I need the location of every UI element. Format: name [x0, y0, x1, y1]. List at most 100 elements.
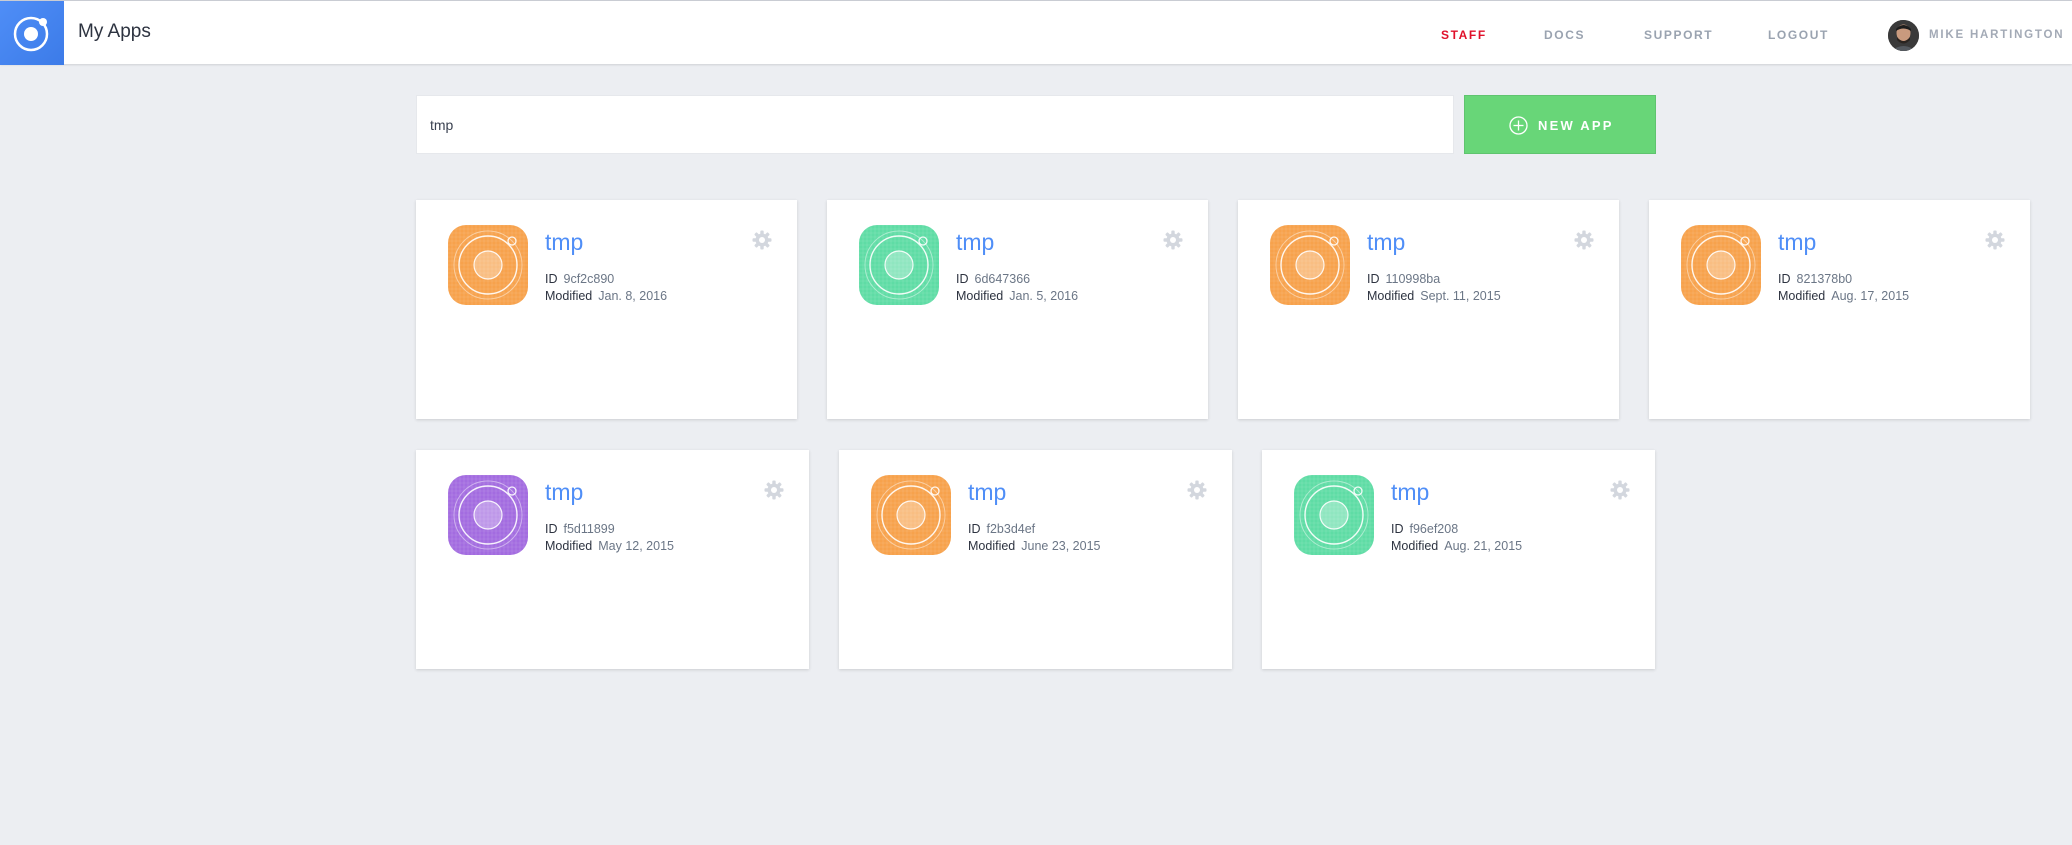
modified-label: Modified: [545, 289, 593, 303]
modified-label: Modified: [545, 539, 593, 553]
gear-icon: [764, 480, 784, 500]
app-name[interactable]: tmp: [1367, 229, 1405, 256]
app-settings-button[interactable]: [752, 230, 772, 250]
app-icon[interactable]: [859, 225, 939, 305]
app-id-row: ID 6d647366: [956, 272, 1030, 286]
app-id-row: ID 9cf2c890: [545, 272, 614, 286]
top-header: My Apps STAFF DOCS SUPPORT LOGOUT MIKE H…: [0, 0, 2072, 65]
id-label: ID: [956, 272, 969, 286]
app-id-row: ID f96ef208: [1391, 522, 1458, 536]
app-modified-row: Modified May 12, 2015: [545, 539, 674, 553]
app-settings-button[interactable]: [1187, 480, 1207, 500]
modified-label: Modified: [956, 289, 1004, 303]
app-card[interactable]: tmp ID f5d11899 Modified May 12, 2015: [416, 450, 809, 669]
new-app-button[interactable]: NEW APP: [1464, 95, 1656, 154]
modified-label: Modified: [1778, 289, 1826, 303]
app-name[interactable]: tmp: [956, 229, 994, 256]
app-modified-date: May 12, 2015: [598, 539, 674, 553]
app-icon[interactable]: [448, 225, 528, 305]
ionic-logo[interactable]: [0, 1, 64, 65]
app-id-row: ID 821378b0: [1778, 272, 1852, 286]
nav-docs[interactable]: DOCS: [1544, 28, 1585, 42]
ionic-logo-icon: [13, 16, 49, 52]
gear-icon: [752, 230, 772, 250]
app-id: f96ef208: [1409, 522, 1459, 536]
app-card[interactable]: tmp ID 821378b0 Modified Aug. 17, 2015: [1649, 200, 2030, 419]
app-icon[interactable]: [1681, 225, 1761, 305]
app-id-row: ID 110998ba: [1367, 272, 1440, 286]
app-id: 9cf2c890: [563, 272, 615, 286]
user-name[interactable]: MIKE HARTINGTON: [1929, 29, 2064, 41]
app-icon-graphic: [448, 475, 528, 555]
gear-icon: [1163, 230, 1183, 250]
app-modified-date: Sept. 11, 2015: [1420, 289, 1501, 303]
app-settings-button[interactable]: [1163, 230, 1183, 250]
id-label: ID: [1367, 272, 1380, 286]
app-icon-graphic: [1681, 225, 1761, 305]
app-modified-row: Modified Aug. 17, 2015: [1778, 289, 1909, 303]
id-label: ID: [968, 522, 981, 536]
page-title: My Apps: [78, 21, 151, 42]
gear-icon: [1187, 480, 1207, 500]
app-card[interactable]: tmp ID 9cf2c890 Modified Jan. 8, 2016: [416, 200, 797, 419]
app-name[interactable]: tmp: [968, 479, 1006, 506]
modified-label: Modified: [968, 539, 1016, 553]
app-icon-graphic: [871, 475, 951, 555]
app-settings-button[interactable]: [764, 480, 784, 500]
app-card[interactable]: tmp ID f96ef208 Modified Aug. 21, 2015: [1262, 450, 1655, 669]
app-modified-date: Aug. 17, 2015: [1831, 289, 1910, 303]
app-name[interactable]: tmp: [545, 229, 583, 256]
modified-label: Modified: [1367, 289, 1415, 303]
id-label: ID: [545, 522, 558, 536]
gear-icon: [1610, 480, 1630, 500]
app-icon[interactable]: [1270, 225, 1350, 305]
app-modified-row: Modified Sept. 11, 2015: [1367, 289, 1501, 303]
app-icon[interactable]: [448, 475, 528, 555]
app-icon[interactable]: [1294, 475, 1374, 555]
app-name[interactable]: tmp: [1391, 479, 1429, 506]
app-modified-date: Jan. 5, 2016: [1009, 289, 1079, 303]
app-settings-button[interactable]: [1985, 230, 2005, 250]
app-modified-row: Modified Aug. 21, 2015: [1391, 539, 1522, 553]
id-label: ID: [1778, 272, 1791, 286]
app-id: 110998ba: [1385, 272, 1441, 286]
user-avatar-icon: [1888, 20, 1919, 51]
search-box: [416, 95, 1454, 154]
new-app-label: NEW APP: [1538, 118, 1614, 133]
app-id: 6d647366: [974, 272, 1031, 286]
app-id: 821378b0: [1796, 272, 1853, 286]
app-name[interactable]: tmp: [1778, 229, 1816, 256]
gear-icon: [1574, 230, 1594, 250]
id-label: ID: [545, 272, 558, 286]
nav-logout[interactable]: LOGOUT: [1768, 28, 1829, 42]
nav-support[interactable]: SUPPORT: [1644, 28, 1713, 42]
app-card[interactable]: tmp ID f2b3d4ef Modified June 23, 2015: [839, 450, 1232, 669]
app-icon[interactable]: [871, 475, 951, 555]
app-id: f2b3d4ef: [986, 522, 1036, 536]
id-label: ID: [1391, 522, 1404, 536]
app-modified-row: Modified Jan. 8, 2016: [545, 289, 667, 303]
app-id-row: ID f2b3d4ef: [968, 522, 1035, 536]
app-card[interactable]: tmp ID 110998ba Modified Sept. 11, 2015: [1238, 200, 1619, 419]
avatar[interactable]: [1888, 20, 1919, 51]
app-modified-date: Jan. 8, 2016: [598, 289, 668, 303]
app-icon-graphic: [1270, 225, 1350, 305]
app-modified-date: June 23, 2015: [1021, 539, 1101, 553]
app-icon-graphic: [859, 225, 939, 305]
plus-circle-icon: [1509, 116, 1528, 135]
app-icon-graphic: [448, 225, 528, 305]
app-id: f5d11899: [563, 522, 615, 536]
app-modified-row: Modified June 23, 2015: [968, 539, 1101, 553]
search-input[interactable]: [417, 96, 1453, 153]
app-name[interactable]: tmp: [545, 479, 583, 506]
app-settings-button[interactable]: [1574, 230, 1594, 250]
app-modified-date: Aug. 21, 2015: [1444, 539, 1523, 553]
app-id-row: ID f5d11899: [545, 522, 615, 536]
nav-staff[interactable]: STAFF: [1441, 28, 1487, 42]
app-card[interactable]: tmp ID 6d647366 Modified Jan. 5, 2016: [827, 200, 1208, 419]
app-settings-button[interactable]: [1610, 480, 1630, 500]
app-modified-row: Modified Jan. 5, 2016: [956, 289, 1078, 303]
app-icon-graphic: [1294, 475, 1374, 555]
modified-label: Modified: [1391, 539, 1439, 553]
gear-icon: [1985, 230, 2005, 250]
